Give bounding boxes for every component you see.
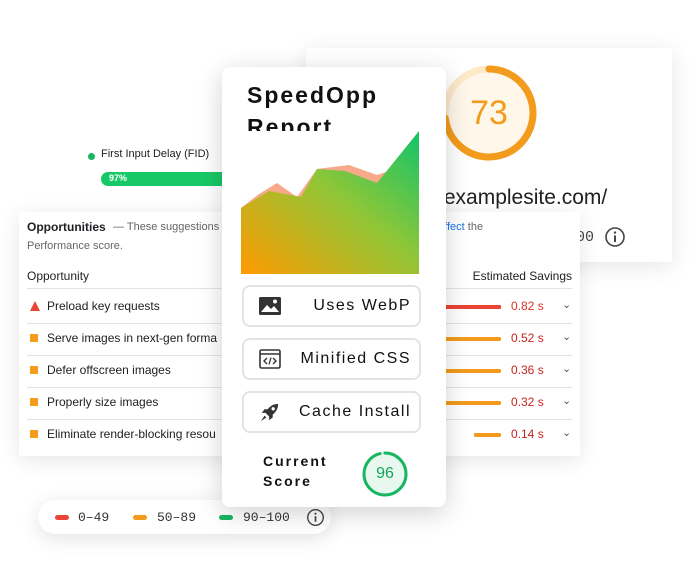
feature-uses-webp[interactable]: Uses WebP — [242, 285, 421, 327]
column-estimated-savings: Estimated Savings — [472, 269, 572, 283]
legend-pass-swatch — [219, 515, 233, 520]
legend-pass-label: 90–100 — [243, 510, 290, 525]
savings-value: 0.32 s — [511, 395, 544, 409]
opportunities-title: Opportunities — [27, 220, 106, 234]
chevron-down-icon[interactable]: ⌄ — [562, 330, 571, 343]
opportunities-description: — These suggestions c — [113, 221, 228, 233]
chevron-down-icon[interactable]: ⌄ — [562, 362, 571, 375]
opportunity-label: Properly size images — [47, 395, 159, 409]
savings-value: 0.36 s — [511, 363, 544, 377]
feature-label: Minified CSS — [300, 350, 411, 367]
pass-dot-icon — [88, 153, 95, 160]
chevron-down-icon[interactable]: ⌄ — [562, 394, 571, 407]
savings-bar — [474, 433, 501, 437]
opportunity-label: Defer offscreen images — [47, 363, 171, 377]
average-square-icon — [30, 430, 38, 438]
opportunities-description-line2: Performance score. — [27, 240, 123, 252]
opportunity-label: Serve images in next-gen forma — [47, 331, 218, 345]
info-icon[interactable] — [604, 226, 626, 248]
info-icon[interactable] — [306, 508, 325, 527]
legend-average-swatch — [133, 515, 147, 520]
fid-bar-value: 97% — [109, 173, 128, 183]
average-square-icon — [30, 398, 38, 406]
current-score-line2: Score — [263, 473, 312, 489]
opportunity-label: Eliminate render-blocking resou — [47, 427, 216, 441]
speedopp-report-card: SpeedOpp Report Uses WebP Minified CSS C… — [222, 67, 446, 507]
savings-value: 0.52 s — [511, 331, 544, 345]
report-title-line1: SpeedOpp — [247, 82, 379, 108]
average-square-icon — [30, 334, 38, 342]
savings-value: 0.14 s — [511, 427, 544, 441]
legend-average-label: 50–89 — [157, 510, 197, 525]
current-score-line1: Current — [263, 453, 328, 469]
fid-bar: 97% — [101, 172, 231, 186]
column-opportunity: Opportunity — [27, 269, 90, 283]
savings-bar — [444, 401, 501, 405]
savings-value: 0.82 s — [511, 299, 544, 313]
feature-label: Uses WebP — [313, 297, 411, 314]
chevron-down-icon[interactable]: ⌄ — [562, 298, 571, 311]
feature-minified-css[interactable]: Minified CSS — [242, 338, 421, 380]
fail-triangle-icon — [30, 301, 40, 311]
legend-fail-swatch — [55, 515, 69, 520]
legend-fail-label: 0–49 — [78, 510, 110, 525]
savings-bar — [438, 369, 501, 373]
feature-cache-install[interactable]: Cache Install — [242, 391, 421, 433]
average-square-icon — [30, 366, 38, 374]
current-score-label: Current Score — [263, 451, 328, 491]
chevron-down-icon[interactable]: ⌄ — [562, 426, 571, 439]
description-end-text: the — [464, 221, 484, 233]
current-score-value: 96 — [376, 465, 394, 482]
fid-label: First Input Delay (FID) — [101, 148, 210, 160]
feature-label: Cache Install — [299, 403, 411, 420]
opportunity-label: Preload key requests — [47, 299, 160, 313]
score-value: 73 — [470, 93, 508, 132]
site-url: w.examplesite.com/ — [424, 186, 608, 209]
report-area-chart — [241, 131, 419, 274]
